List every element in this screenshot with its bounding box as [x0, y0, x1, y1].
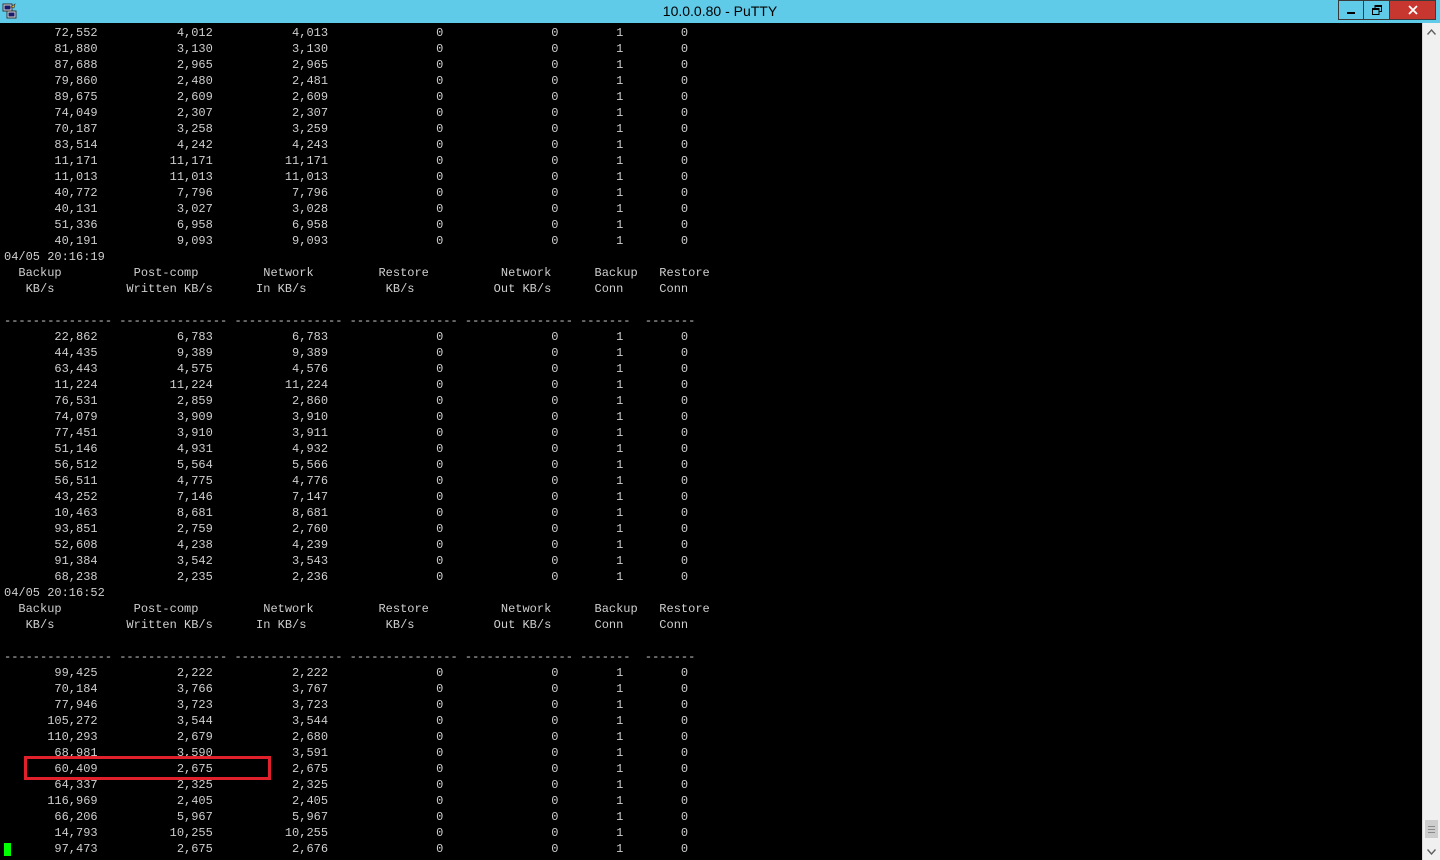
terminal-line: 87,688 2,965 2,965 0 0 1 0 [4, 58, 689, 72]
terminal-line: 11,013 11,013 11,013 0 0 1 0 [4, 170, 689, 184]
highlight-annotation [24, 756, 271, 780]
terminal-line: KB/s Written KB/s In KB/s KB/s Out KB/s … [4, 618, 689, 632]
terminal-line: 40,772 7,796 7,796 0 0 1 0 [4, 186, 689, 200]
terminal-line: 52,608 4,238 4,239 0 0 1 0 [4, 538, 689, 552]
terminal-line: 83,514 4,242 4,243 0 0 1 0 [4, 138, 689, 152]
terminal-line: 72,552 4,012 4,013 0 0 1 0 [4, 26, 689, 40]
terminal-line: 44,435 9,389 9,389 0 0 1 0 [4, 346, 689, 360]
vertical-scrollbar[interactable] [1422, 23, 1440, 860]
terminal-line: KB/s Written KB/s In KB/s KB/s Out KB/s … [4, 282, 689, 296]
terminal-line: 77,946 3,723 3,723 0 0 1 0 [4, 698, 689, 712]
terminal-line: 22,862 6,783 6,783 0 0 1 0 [4, 330, 689, 344]
terminal-line: 116,969 2,405 2,405 0 0 1 0 [4, 794, 689, 808]
terminal-line: 97,473 2,675 2,676 0 0 1 0 [4, 842, 689, 856]
terminal-line: 66,206 5,967 5,967 0 0 1 0 [4, 810, 689, 824]
minimize-button[interactable] [1338, 0, 1364, 20]
grip-icon [1428, 825, 1435, 833]
terminal-line: 81,880 3,130 3,130 0 0 1 0 [4, 42, 689, 56]
restore-button[interactable] [1364, 0, 1390, 20]
terminal-line: 51,146 4,931 4,932 0 0 1 0 [4, 442, 689, 456]
terminal-line: 56,512 5,564 5,566 0 0 1 0 [4, 458, 689, 472]
terminal-line: Backup Post-comp Network Restore Network… [4, 602, 710, 616]
terminal-line: 110,293 2,679 2,680 0 0 1 0 [4, 730, 689, 744]
scroll-up-button[interactable] [1423, 23, 1440, 40]
terminal-line: 40,131 3,027 3,028 0 0 1 0 [4, 202, 689, 216]
close-icon [1407, 5, 1418, 15]
terminal-line: Backup Post-comp Network Restore Network… [4, 266, 710, 280]
terminal-cursor [4, 843, 11, 856]
title-bar[interactable]: 10.0.0.80 - PuTTY [0, 0, 1440, 23]
terminal-line: 105,272 3,544 3,544 0 0 1 0 [4, 714, 689, 728]
terminal-line: 74,079 3,909 3,910 0 0 1 0 [4, 410, 689, 424]
terminal-line: 70,184 3,766 3,767 0 0 1 0 [4, 682, 689, 696]
scrollbar-thumb[interactable] [1425, 820, 1438, 838]
terminal-line: 99,425 2,222 2,222 0 0 1 0 [4, 666, 689, 680]
terminal-line: 11,224 11,224 11,224 0 0 1 0 [4, 378, 689, 392]
terminal-line: 76,531 2,859 2,860 0 0 1 0 [4, 394, 689, 408]
terminal-line: 51,336 6,958 6,958 0 0 1 0 [4, 218, 689, 232]
terminal-line: 04/05 20:16:52 [4, 586, 105, 600]
scroll-down-button[interactable] [1423, 843, 1440, 860]
chevron-down-icon [1427, 848, 1436, 855]
terminal-line: 68,238 2,235 2,236 0 0 1 0 [4, 570, 689, 584]
terminal-line: 11,171 11,171 11,171 0 0 1 0 [4, 154, 689, 168]
terminal-window[interactable]: 72,552 4,012 4,013 0 0 1 0 81,880 3,130 … [0, 23, 1422, 860]
close-button[interactable] [1390, 0, 1436, 20]
terminal-output: 72,552 4,012 4,013 0 0 1 0 81,880 3,130 … [4, 25, 710, 860]
minimize-icon [1347, 12, 1355, 14]
terminal-line: 63,443 4,575 4,576 0 0 1 0 [4, 362, 689, 376]
terminal-line: 70,187 3,258 3,259 0 0 1 0 [4, 122, 689, 136]
terminal-line: --------------- --------------- --------… [4, 314, 696, 328]
terminal-line: 56,511 4,775 4,776 0 0 1 0 [4, 474, 689, 488]
window-title: 10.0.0.80 - PuTTY [662, 3, 778, 19]
terminal-line: 74,049 2,307 2,307 0 0 1 0 [4, 106, 689, 120]
terminal-line: 64,337 2,325 2,325 0 0 1 0 [4, 778, 689, 792]
terminal-line: 40,191 9,093 9,093 0 0 1 0 [4, 234, 689, 248]
restore-icon [1371, 5, 1382, 15]
chevron-up-icon [1427, 28, 1436, 35]
terminal-line: 89,675 2,609 2,609 0 0 1 0 [4, 90, 689, 104]
terminal-line: 79,860 2,480 2,481 0 0 1 0 [4, 74, 689, 88]
terminal-line: 10,463 8,681 8,681 0 0 1 0 [4, 506, 689, 520]
terminal-line: 77,451 3,910 3,911 0 0 1 0 [4, 426, 689, 440]
terminal-line: 04/05 20:16:19 [4, 250, 105, 264]
terminal-line: 43,252 7,146 7,147 0 0 1 0 [4, 490, 689, 504]
terminal-line: 93,851 2,759 2,760 0 0 1 0 [4, 522, 689, 536]
terminal-line: 91,384 3,542 3,543 0 0 1 0 [4, 554, 689, 568]
terminal-line: --------------- --------------- --------… [4, 650, 696, 664]
terminal-line: 14,793 10,255 10,255 0 0 1 0 [4, 826, 689, 840]
